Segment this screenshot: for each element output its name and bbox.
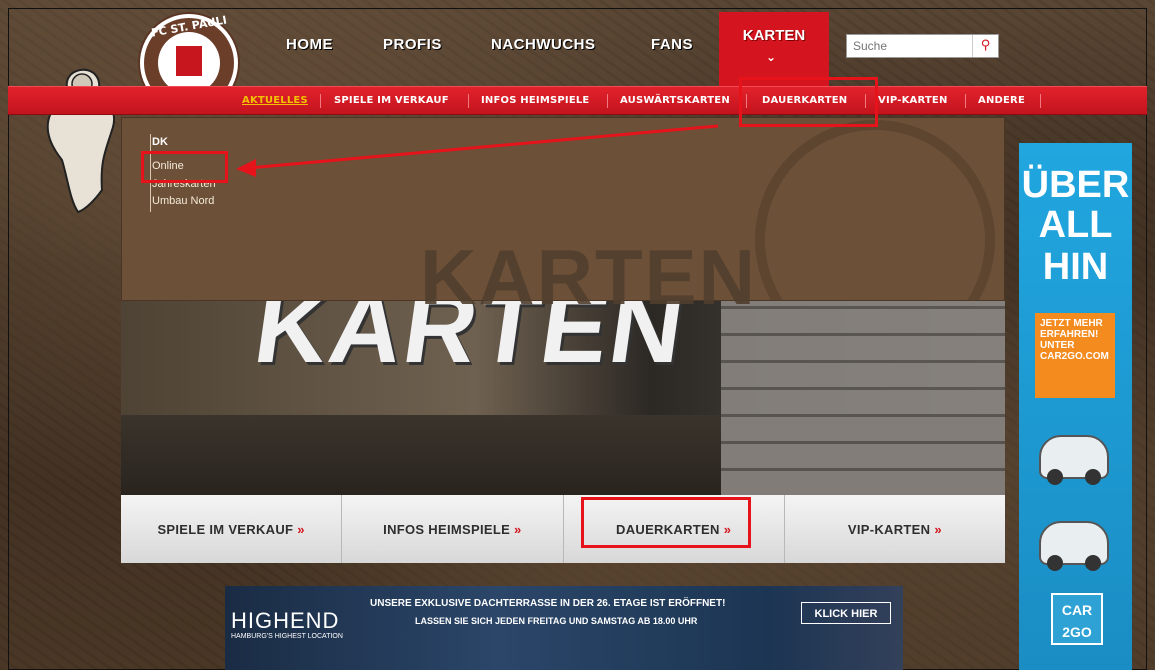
annotation-arrow [236, 124, 719, 177]
